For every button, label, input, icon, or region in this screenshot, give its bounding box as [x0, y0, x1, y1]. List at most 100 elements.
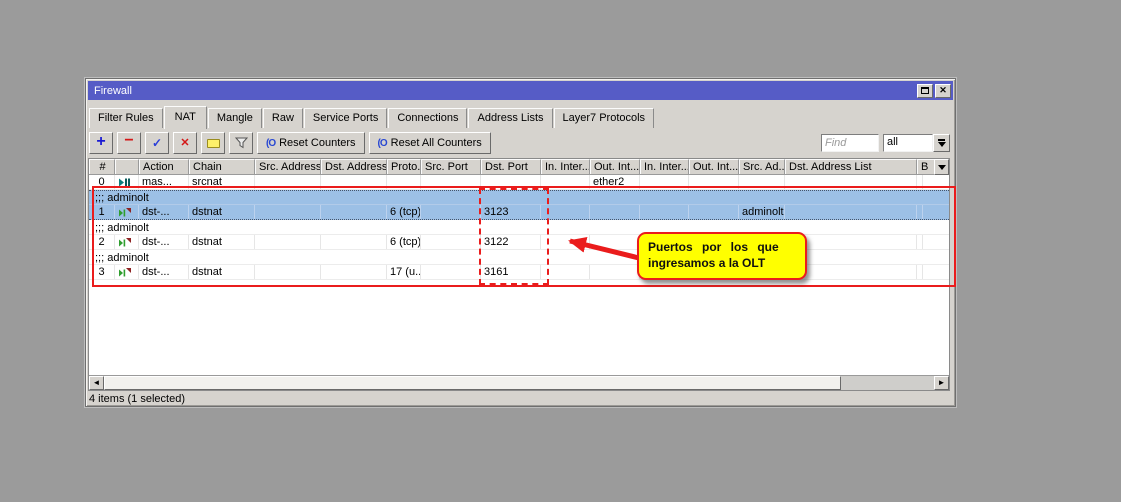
header-cell-action[interactable]: Action: [139, 159, 189, 174]
filter-select[interactable]: all: [883, 134, 950, 152]
scrollbar-thumb[interactable]: [104, 376, 841, 390]
masquerade-action-icon: [118, 177, 130, 188]
filter-funnel-icon: [235, 137, 248, 149]
tab-address-lists[interactable]: Address Lists: [468, 108, 552, 128]
comment-button[interactable]: [201, 132, 225, 154]
cell-action: dst-...: [139, 205, 189, 219]
cell-icon: [115, 235, 139, 249]
header-cell-[interactable]: #: [89, 159, 115, 174]
horizontal-scrollbar[interactable]: ◄ ►: [89, 375, 949, 390]
reset-counters-icon: (O: [266, 138, 275, 149]
cell-dst_addr_list: [785, 205, 917, 219]
column-select-button[interactable]: [934, 159, 949, 175]
reset-all-counters-button[interactable]: (O Reset All Counters: [369, 132, 491, 154]
disable-rule-button[interactable]: ✕: [173, 132, 197, 154]
cell-bytes: [917, 265, 923, 279]
tab-raw[interactable]: Raw: [263, 108, 303, 128]
maximize-icon: [921, 87, 929, 94]
tab-filter-rules[interactable]: Filter Rules: [89, 108, 163, 128]
check-icon: ✓: [152, 137, 162, 149]
firewall-window: Firewall ✕ Filter RulesNATMangleRawServi…: [85, 78, 956, 407]
header-cell-src-ad[interactable]: Src. Ad...: [739, 159, 785, 174]
cell-proto: [387, 175, 421, 189]
comment-row[interactable]: ;;; adminolt: [89, 190, 949, 205]
cell-dst_port: 3123: [481, 205, 541, 219]
table-row[interactable]: 2dst-...dstnat6 (tcp)3122: [89, 235, 949, 250]
comment-row[interactable]: ;;; adminolt: [89, 250, 949, 265]
scroll-left-button[interactable]: ◄: [89, 376, 104, 390]
header-cell-src-port[interactable]: Src. Port: [421, 159, 481, 174]
cell-proto: 6 (tcp): [387, 235, 421, 249]
plus-icon: +: [96, 134, 105, 150]
cell-in_iface: [541, 265, 590, 279]
filter-button[interactable]: [229, 132, 253, 154]
title-bar: Firewall ✕: [88, 81, 953, 100]
header-cell-dst-address[interactable]: Dst. Address: [321, 159, 387, 174]
cell-src_addr_list: adminolt: [739, 205, 785, 219]
cell-dst_address: [321, 205, 387, 219]
scrollbar-track[interactable]: [841, 376, 934, 390]
remove-rule-button[interactable]: −: [117, 132, 141, 154]
cell-src_address: [255, 175, 321, 189]
table-body: 0mas...srcnatether2;;; adminolt1dst-...d…: [89, 175, 949, 375]
header-cell-in-inter[interactable]: In. Inter...: [541, 159, 590, 174]
reset-counters-icon: (O: [378, 138, 387, 149]
window-title: Firewall: [94, 85, 132, 97]
close-button[interactable]: ✕: [935, 84, 951, 98]
scroll-right-button[interactable]: ►: [934, 376, 949, 390]
cell-dst_addr_list: [785, 175, 917, 189]
dstnat-action-icon: [118, 237, 131, 248]
reset-all-counters-label: Reset All Counters: [391, 137, 482, 149]
header-cell-dst-address-list[interactable]: Dst. Address List: [785, 159, 917, 174]
enable-rule-button[interactable]: ✓: [145, 132, 169, 154]
cell-num: 1: [89, 205, 115, 219]
cell-out_iface: [590, 265, 640, 279]
tab-layer7-protocols[interactable]: Layer7 Protocols: [554, 108, 655, 128]
dstnat-action-icon: [118, 207, 131, 218]
reset-counters-button[interactable]: (O Reset Counters: [257, 132, 365, 154]
left-arrow-icon: ◄: [93, 379, 101, 387]
cell-icon: [115, 265, 139, 279]
cell-src_port: [421, 175, 481, 189]
cell-bytes: [917, 205, 923, 219]
table-row[interactable]: 1dst-...dstnat6 (tcp)3123adminolt: [89, 205, 949, 220]
status-bar: 4 items (1 selected): [89, 393, 185, 407]
table-row[interactable]: 0mas...srcnatether2: [89, 175, 949, 190]
filter-dropdown-button[interactable]: [933, 134, 950, 152]
maximize-button[interactable]: [917, 84, 933, 98]
add-rule-button[interactable]: +: [89, 132, 113, 154]
table-row[interactable]: 3dst-...dstnat17 (u...3161: [89, 265, 949, 280]
cell-bytes: [917, 235, 923, 249]
header-cell-dst-port[interactable]: Dst. Port: [481, 159, 541, 174]
tab-service-ports[interactable]: Service Ports: [304, 108, 387, 128]
cell-src_port: [421, 235, 481, 249]
annotation-callout: Puertos por los que ingresamos a la OLT: [637, 232, 807, 280]
tab-mangle[interactable]: Mangle: [208, 108, 262, 128]
cell-icon: [115, 175, 139, 189]
header-cell-src-address[interactable]: Src. Address: [255, 159, 321, 174]
cell-dst_port: 3122: [481, 235, 541, 249]
cell-action: dst-...: [139, 265, 189, 279]
filter-select-value: all: [883, 134, 933, 152]
table-header: # ActionChainSrc. AddressDst. AddressProt…: [89, 159, 949, 175]
cross-icon: ✕: [180, 138, 189, 149]
tab-nat[interactable]: NAT: [164, 106, 207, 129]
find-input[interactable]: [821, 134, 879, 152]
header-cell-chain[interactable]: Chain: [189, 159, 255, 174]
cell-chain: dstnat: [189, 235, 255, 249]
header-cell-out-int[interactable]: Out. Int...: [590, 159, 640, 174]
tab-connections[interactable]: Connections: [388, 108, 467, 128]
header-cell-out-int[interactable]: Out. Int...: [689, 159, 739, 174]
cell-out_iface: ether2: [590, 175, 640, 189]
header-cell-proto[interactable]: Proto...: [387, 159, 421, 174]
comment-icon: [207, 139, 220, 148]
header-cell-in-inter[interactable]: In. Inter...: [640, 159, 689, 174]
cell-src_port: [421, 205, 481, 219]
comment-row[interactable]: ;;; adminolt: [89, 220, 949, 235]
header-cell-icon[interactable]: [115, 159, 139, 174]
cell-out_iface_list: [689, 205, 739, 219]
tab-bar: Filter RulesNATMangleRawService PortsCon…: [89, 102, 952, 128]
comment-text: ;;; adminolt: [95, 191, 149, 204]
cell-chain: dstnat: [189, 205, 255, 219]
cell-chain: dstnat: [189, 265, 255, 279]
